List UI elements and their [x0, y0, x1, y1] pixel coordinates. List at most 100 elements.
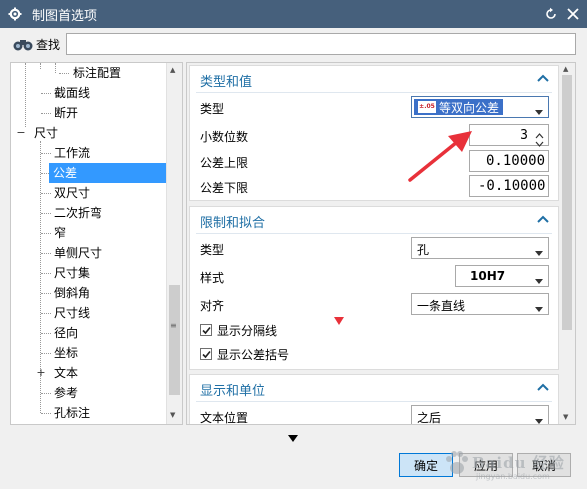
- row-style: 样式 10H7: [190, 265, 558, 289]
- row-type: 类型 ±.05 等双向公差: [190, 96, 558, 120]
- tree-item[interactable]: 双尺寸: [54, 183, 90, 203]
- group-type-value: 类型和值 类型 ±.05 等双向公差 小数位数 3 公差上限 0.10000 公…: [189, 65, 559, 201]
- tree-scrollbar[interactable]: ▲ ≡ ▼: [166, 63, 182, 424]
- text-position-label: 文本位置: [200, 411, 249, 425]
- close-icon[interactable]: [565, 6, 581, 22]
- tree-item[interactable]: 参考: [54, 383, 78, 403]
- tree-item[interactable]: 单侧尺寸: [54, 243, 102, 263]
- tree-item-dimension[interactable]: 尺寸: [34, 123, 58, 143]
- show-brackets-label[interactable]: 显示公差括号: [217, 346, 289, 363]
- row-lower: 公差下限 -0.10000: [190, 175, 558, 199]
- expand-icon[interactable]: +: [36, 367, 46, 379]
- decimals-label: 小数位数: [200, 130, 249, 144]
- window-title: 制图首选项: [32, 8, 98, 24]
- scroll-up-icon[interactable]: ▲: [563, 65, 568, 73]
- tree-item[interactable]: 文本: [54, 363, 78, 383]
- align-dropdown[interactable]: 一条直线: [411, 293, 549, 315]
- lower-label: 公差下限: [200, 181, 249, 195]
- tree-item[interactable]: 尺寸线: [54, 303, 90, 323]
- search-label: 查找: [36, 38, 61, 52]
- show-brackets-checkbox[interactable]: [200, 348, 212, 360]
- search-row: 查找: [0, 28, 587, 60]
- tree-item[interactable]: 二次折弯: [54, 203, 102, 223]
- decimals-value: 3: [520, 128, 528, 143]
- text-position-dropdown[interactable]: 之后: [411, 405, 549, 425]
- tree-item[interactable]: 窄: [54, 223, 66, 243]
- scroll-thumb[interactable]: [562, 75, 572, 330]
- align-value: 一条直线: [417, 299, 466, 313]
- tree-item[interactable]: 径向: [54, 323, 78, 343]
- group-title: 显示和单位: [200, 384, 266, 399]
- align-label: 对齐: [200, 299, 225, 313]
- bilateral-tolerance-icon: ±.05: [418, 101, 436, 113]
- dropdown-selected: ±.05 等双向公差: [414, 99, 504, 115]
- fit-type-label: 类型: [200, 243, 225, 257]
- style-label: 样式: [200, 271, 225, 285]
- fit-type-value: 孔: [417, 243, 430, 257]
- row-decimals: 小数位数 3: [190, 124, 558, 148]
- fit-style-value: 10H7: [470, 269, 506, 283]
- title-bar: 制图首选项: [0, 0, 587, 28]
- upper-label: 公差上限: [200, 156, 249, 170]
- row-align: 对齐 一条直线: [190, 293, 558, 317]
- group-title: 限制和拟合: [200, 216, 266, 231]
- scroll-up-icon[interactable]: ▲: [170, 66, 175, 74]
- annotation-triangle-icon: [334, 314, 344, 325]
- chevron-up-icon[interactable]: [537, 381, 549, 391]
- row-fit-type: 类型 孔: [190, 237, 558, 261]
- tree-item[interactable]: 截面线: [54, 83, 90, 103]
- reset-icon[interactable]: [543, 6, 559, 22]
- group-header[interactable]: 限制和拟合: [190, 207, 558, 233]
- chevron-down-icon: [535, 246, 543, 256]
- tree-item[interactable]: 倒斜角: [54, 283, 90, 303]
- pane-scrollbar[interactable]: ▲ ▼: [559, 63, 575, 424]
- scroll-down-icon[interactable]: ▼: [563, 413, 568, 421]
- spin-down-icon[interactable]: [535, 137, 544, 147]
- ok-button[interactable]: 确定: [399, 453, 453, 477]
- more-options-bar[interactable]: [10, 427, 576, 442]
- tree-guide-line: [25, 63, 26, 127]
- chevron-down-icon: [535, 274, 543, 284]
- cancel-button[interactable]: 取消: [517, 453, 571, 477]
- tolerance-type-value: 等双向公差: [439, 100, 500, 115]
- search-input[interactable]: [66, 33, 576, 55]
- spin-up-icon[interactable]: [535, 128, 544, 139]
- tree-item-tolerance[interactable]: 公差: [49, 163, 166, 183]
- binoculars-icon: [12, 37, 34, 51]
- fit-style-dropdown[interactable]: 10H7: [455, 265, 549, 287]
- scroll-thumb[interactable]: [169, 285, 180, 395]
- grip-icon: ≡: [170, 321, 177, 330]
- scroll-down-icon[interactable]: ▼: [170, 411, 175, 419]
- tree-item[interactable]: 工作流: [54, 143, 90, 163]
- tolerance-type-dropdown[interactable]: ±.05 等双向公差: [411, 96, 549, 118]
- chevron-down-icon: [535, 105, 543, 115]
- tree-item[interactable]: 孔标注: [54, 403, 90, 423]
- chevron-up-icon[interactable]: [537, 72, 549, 82]
- show-separator-checkbox[interactable]: [200, 324, 212, 336]
- gear-icon: [8, 7, 22, 21]
- group-header[interactable]: 显示和单位: [190, 375, 558, 401]
- tree-item[interactable]: 坐标: [54, 343, 78, 363]
- chevron-down-icon: [535, 302, 543, 312]
- tree-item[interactable]: 断开: [54, 103, 78, 123]
- group-title: 类型和值: [200, 75, 253, 90]
- show-separator-label[interactable]: 显示分隔线: [217, 322, 277, 339]
- chevron-up-icon[interactable]: [537, 213, 549, 223]
- expand-down-icon[interactable]: [288, 431, 298, 442]
- group-display-units: 显示和单位 文本位置 之后: [189, 374, 559, 425]
- row-text-position: 文本位置 之后: [190, 405, 558, 425]
- tree-item[interactable]: 尺寸集: [54, 263, 90, 283]
- tree-item[interactable]: 标注配置: [73, 63, 121, 83]
- group-limits-fits: 限制和拟合 类型 孔 样式 10H7 对齐 一条直线 显示分隔线 显示公差括号: [189, 206, 559, 370]
- lower-tolerance-value: -0.10000: [478, 178, 546, 194]
- collapse-icon[interactable]: −: [16, 127, 26, 139]
- apply-button[interactable]: 应用: [459, 453, 513, 477]
- fit-type-dropdown[interactable]: 孔: [411, 237, 549, 259]
- text-position-value: 之后: [417, 411, 442, 425]
- upper-tolerance-value: 0.10000: [486, 153, 546, 169]
- group-header[interactable]: 类型和值: [190, 66, 558, 92]
- tree-guide-line: [40, 63, 41, 69]
- row-upper: 公差上限 0.10000: [190, 150, 558, 174]
- tree-guide-line: [55, 63, 56, 73]
- property-pane: 类型和值 类型 ±.05 等双向公差 小数位数 3 公差上限 0.10000 公…: [186, 62, 576, 425]
